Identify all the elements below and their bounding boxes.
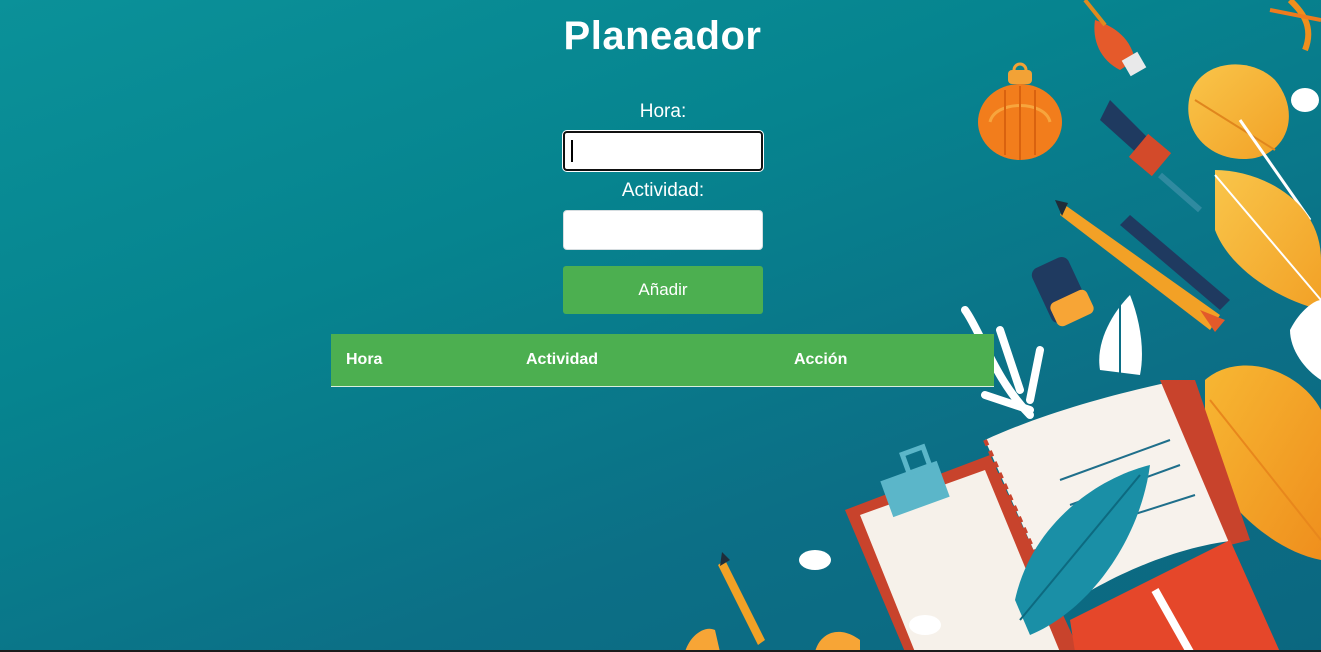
column-header-accion: Acción (779, 334, 994, 387)
actividad-input[interactable] (563, 210, 763, 250)
notebook-icon (1070, 540, 1280, 652)
leaf-icon (1214, 170, 1321, 310)
eraser-icon (1031, 256, 1094, 327)
lantern-icon (978, 62, 1062, 160)
activity-form: Hora: Actividad: Añadir (563, 100, 763, 314)
add-button[interactable]: Añadir (563, 266, 763, 314)
page-title: Planeador (563, 14, 762, 58)
leaf-icon (1099, 295, 1142, 380)
hora-input[interactable] (563, 131, 763, 171)
pencil-icon (718, 552, 765, 645)
schedule-table-header: Hora Actividad Acción (331, 334, 994, 387)
stationery-illustration (685, 0, 1321, 652)
actividad-label: Actividad: (621, 180, 705, 201)
schedule-table: Hora Actividad Acción (331, 334, 994, 387)
notebook-icon (845, 380, 1250, 652)
pencil-icon (1120, 215, 1230, 310)
leaf-icon (1290, 300, 1321, 380)
leaf-icon (1205, 365, 1321, 560)
hora-label: Hora: (639, 101, 687, 122)
pencil-icon (1055, 200, 1225, 332)
leaf-icon (1015, 465, 1150, 635)
column-header-hora: Hora (331, 334, 511, 387)
brush-icon (1100, 100, 1202, 213)
leaf-icon (1188, 64, 1312, 221)
hora-field-wrap (563, 131, 763, 179)
text-caret (571, 140, 573, 162)
column-header-actividad: Actividad (511, 334, 779, 387)
table-header-row: Hora Actividad Acción (331, 334, 994, 387)
